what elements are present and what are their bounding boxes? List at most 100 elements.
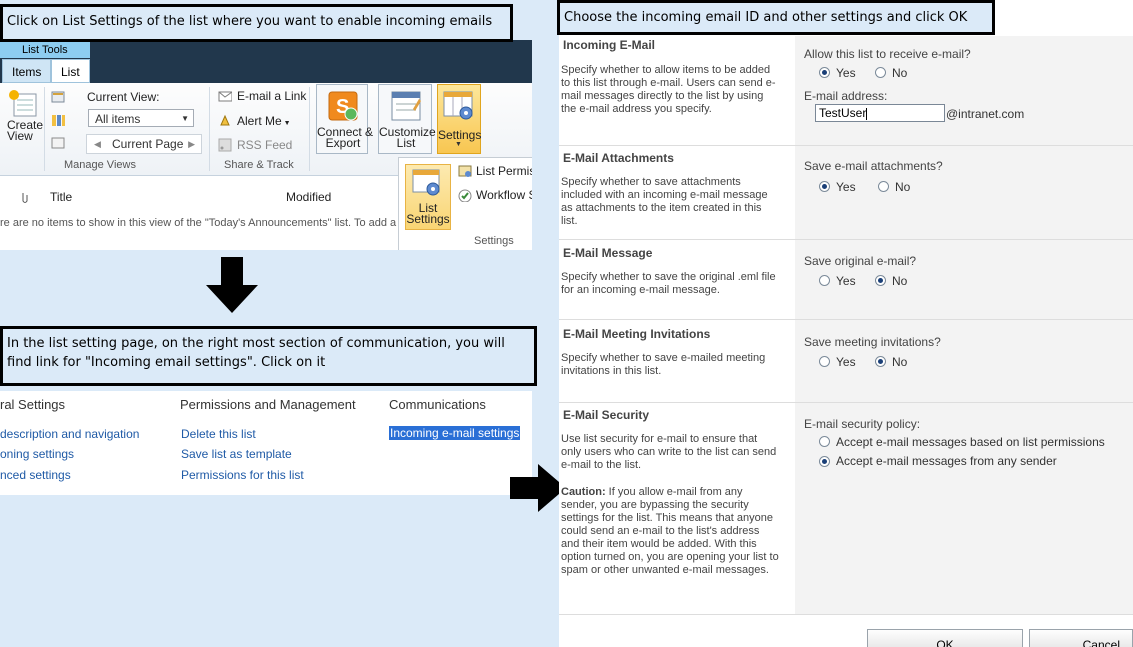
security-any-sender-label: Accept e-mail messages from any sender bbox=[836, 454, 1057, 468]
customize-list-button[interactable]: Customize List bbox=[378, 84, 436, 154]
text-cursor bbox=[866, 107, 868, 120]
workflow-settings-button[interactable]: Workflow S bbox=[476, 188, 532, 202]
advanced-settings-link[interactable]: nced settings bbox=[0, 468, 71, 482]
caution-label: Caution: bbox=[561, 486, 606, 498]
delete-list-link[interactable]: Delete this list bbox=[181, 427, 256, 441]
allow-email-no-radio[interactable] bbox=[875, 67, 886, 78]
email-security-section-desc: Use list security for e-mail to ensure t… bbox=[561, 433, 777, 471]
previous-page-icon[interactable]: ◀ bbox=[94, 135, 101, 153]
save-original-no-label: No bbox=[892, 274, 908, 288]
list-permissions-icon bbox=[458, 165, 472, 177]
modify-view-icon[interactable] bbox=[51, 90, 65, 104]
alert-me-label: Alert Me bbox=[237, 114, 282, 128]
security-list-permissions-label: Accept e-mail messages based on list per… bbox=[836, 435, 1105, 449]
cancel-button[interactable]: Cancel bbox=[1029, 629, 1133, 647]
step3-callout: Choose the incoming email ID and other s… bbox=[557, 0, 995, 35]
email-message-section-title: E-Mail Message bbox=[563, 246, 653, 260]
email-attachments-section-title: E-Mail Attachments bbox=[563, 151, 674, 165]
create-column-icon[interactable] bbox=[51, 113, 65, 127]
save-meetings-yes-label: Yes bbox=[836, 355, 856, 369]
save-original-email-question: Save original e-mail? bbox=[804, 254, 917, 268]
divider bbox=[44, 87, 45, 171]
tab-list[interactable]: List bbox=[51, 59, 90, 83]
security-any-sender-radio[interactable] bbox=[819, 456, 830, 467]
general-settings-heading: ral Settings bbox=[0, 397, 66, 412]
current-page-label: Current Page bbox=[112, 137, 184, 151]
list-settings-icon bbox=[412, 169, 440, 196]
alert-me-button[interactable]: Alert Me ▼ bbox=[237, 114, 291, 128]
column-modified[interactable]: Modified bbox=[286, 190, 331, 204]
save-meetings-no-label: No bbox=[892, 355, 908, 369]
versioning-settings-link[interactable]: oning settings bbox=[0, 447, 74, 461]
sharepoint-workspace-icon: S bbox=[328, 91, 358, 121]
incoming-email-section-title: Incoming E-Mail bbox=[563, 38, 656, 52]
rss-feed-button[interactable]: RSS Feed bbox=[237, 138, 292, 152]
email-message-section-desc: Specify whether to save the original .em… bbox=[561, 271, 776, 296]
attachment-icon bbox=[22, 193, 28, 203]
meeting-invitations-section-title: E-Mail Meeting Invitations bbox=[563, 327, 711, 341]
ribbon-tabstrip: List Tools Items List bbox=[0, 40, 532, 83]
column-title[interactable]: Title bbox=[50, 190, 72, 204]
current-page-navigator: ◀ Current Page ▶ bbox=[86, 134, 202, 154]
save-original-yes-radio[interactable] bbox=[819, 275, 830, 286]
create-view-icon bbox=[9, 90, 37, 117]
create-view-button[interactable]: Create View bbox=[4, 88, 44, 148]
communications-heading: Communications bbox=[389, 397, 486, 412]
save-attachments-yes-radio[interactable] bbox=[819, 181, 830, 192]
settings-label: Settings bbox=[438, 128, 482, 142]
list-settings-button[interactable]: List Settings bbox=[405, 164, 451, 230]
email-address-input[interactable]: TestUser bbox=[815, 104, 945, 122]
save-original-no-radio[interactable] bbox=[875, 275, 886, 286]
description-navigation-link[interactable]: description and navigation bbox=[0, 427, 139, 441]
list-tools-context-label: List Tools bbox=[0, 42, 90, 58]
share-track-group-label: Share & Track bbox=[224, 159, 294, 171]
ribbon-screenshot: List Tools Items List Create View Curren… bbox=[0, 40, 532, 250]
allow-email-no-label: No bbox=[892, 66, 908, 80]
allow-email-yes-label: Yes bbox=[836, 66, 856, 80]
save-attachments-question: Save e-mail attachments? bbox=[804, 159, 943, 173]
allow-receive-email-question: Allow this list to receive e-mail? bbox=[804, 47, 971, 61]
divider bbox=[309, 87, 310, 171]
permissions-management-heading: Permissions and Management bbox=[180, 397, 356, 412]
manage-views-group-label: Manage Views bbox=[64, 159, 136, 171]
list-settings-page-screenshot: ral Settings Permissions and Management … bbox=[0, 391, 532, 495]
navigate-up-icon[interactable] bbox=[51, 136, 65, 150]
chevron-down-icon: ▼ bbox=[181, 114, 189, 123]
save-as-template-link[interactable]: Save list as template bbox=[181, 447, 292, 461]
incoming-email-settings-link[interactable]: Incoming e-mail settings bbox=[389, 426, 521, 440]
email-domain-suffix: @intranet.com bbox=[946, 107, 1025, 121]
email-link-icon bbox=[218, 91, 232, 102]
caution-text: If you allow e-mail from any sender, you… bbox=[561, 486, 779, 576]
security-list-permissions-radio[interactable] bbox=[819, 436, 830, 447]
section-divider bbox=[559, 239, 1133, 240]
meeting-invitations-section-desc: Specify whether to save e-mailed meeting… bbox=[561, 352, 766, 377]
next-page-icon[interactable]: ▶ bbox=[188, 135, 195, 153]
save-meetings-yes-radio[interactable] bbox=[819, 356, 830, 367]
create-view-label: Create View bbox=[7, 118, 44, 143]
chevron-down-icon: ▼ bbox=[281, 120, 291, 127]
save-attachments-no-radio[interactable] bbox=[878, 181, 889, 192]
email-address-value: TestUser bbox=[819, 106, 867, 120]
email-link-button[interactable]: E-mail a Link bbox=[237, 89, 306, 103]
section-divider bbox=[559, 402, 1133, 403]
save-attachments-no-label: No bbox=[895, 180, 911, 194]
section-divider bbox=[559, 319, 1133, 320]
empty-list-message: re are no items to show in this view of … bbox=[0, 217, 397, 229]
current-view-value: All items bbox=[95, 112, 141, 126]
ok-button[interactable]: OK bbox=[867, 629, 1023, 647]
email-security-section-title: E-Mail Security bbox=[563, 408, 650, 422]
connect-export-button[interactable]: S Connect & Export bbox=[316, 84, 373, 154]
list-permissions-button[interactable]: List Permiss bbox=[476, 164, 532, 178]
save-attachments-yes-label: Yes bbox=[836, 180, 856, 194]
permissions-for-list-link[interactable]: Permissions for this list bbox=[181, 468, 304, 482]
allow-email-yes-radio[interactable] bbox=[819, 67, 830, 78]
settings-icon bbox=[443, 91, 473, 120]
security-policy-question: E-mail security policy: bbox=[804, 417, 921, 431]
tab-items[interactable]: Items bbox=[2, 59, 52, 83]
settings-button[interactable]: Settings ▼ bbox=[437, 84, 481, 154]
email-address-label: E-mail address: bbox=[804, 89, 888, 103]
current-view-dropdown[interactable]: All items ▼ bbox=[88, 109, 194, 127]
down-arrow-icon bbox=[206, 257, 258, 313]
save-meetings-no-radio[interactable] bbox=[875, 356, 886, 367]
alert-me-icon bbox=[220, 114, 230, 126]
